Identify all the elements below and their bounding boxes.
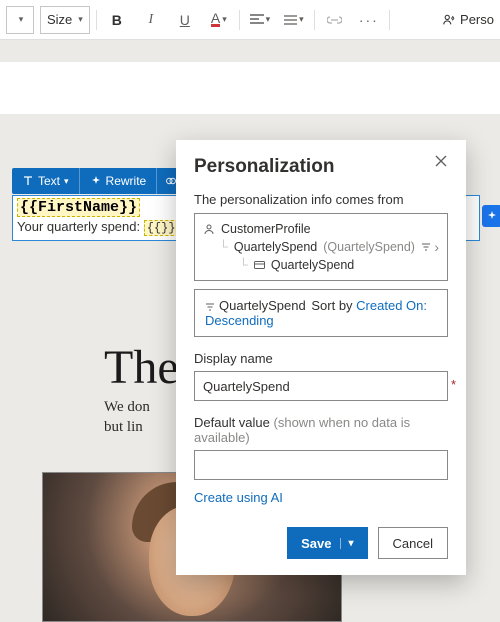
filter-icon	[421, 242, 431, 252]
link-button[interactable]	[321, 6, 349, 34]
panel-title: Personalization	[194, 156, 448, 178]
display-name-input[interactable]	[194, 371, 448, 401]
context-toolbar: Text ▾ Rewrite	[12, 168, 185, 194]
personalization-panel: Personalization The personalization info…	[176, 140, 466, 575]
chevron-down-icon: ▾	[64, 176, 69, 187]
create-using-ai-link[interactable]: Create using AI	[194, 490, 283, 505]
default-value-input[interactable]	[194, 450, 448, 480]
hero-title: The	[104, 340, 179, 395]
chevron-down-icon: ▾	[222, 14, 227, 25]
more-format-button[interactable]: ▾	[280, 6, 308, 34]
person-icon	[442, 13, 456, 27]
font-color-button[interactable]: A ▾	[205, 6, 233, 34]
chevron-down-icon: ▾	[78, 14, 83, 25]
spend-token[interactable]: {{}}	[144, 220, 179, 236]
formatting-toolbar: ▾ Size ▾ B I U A ▾ ▾ ▾ ··· Perso	[0, 0, 500, 40]
close-icon	[434, 154, 448, 168]
text-tool-button[interactable]: Text ▾	[12, 168, 80, 194]
cancel-button[interactable]: Cancel	[378, 527, 448, 559]
save-button[interactable]: Save ▾	[287, 527, 367, 559]
separator	[96, 10, 97, 30]
overflow-button[interactable]: ···	[355, 6, 383, 34]
side-handle[interactable]	[482, 205, 500, 227]
text-icon	[22, 175, 34, 187]
chevron-right-icon: ›	[434, 239, 439, 255]
personalization-button[interactable]: Perso	[442, 12, 494, 27]
required-marker: *	[451, 377, 456, 392]
align-button[interactable]: ▾	[246, 6, 274, 34]
personalization-label: Perso	[460, 12, 494, 27]
person-icon	[203, 223, 215, 235]
default-value-label: Default value (shown when no data is ava…	[194, 415, 448, 445]
header-band	[0, 62, 500, 114]
editor-canvas: Text ▾ Rewrite {{FirstName}} Your quarte…	[0, 40, 500, 582]
separator	[314, 10, 315, 30]
font-size-select[interactable]: Size ▾	[40, 6, 90, 34]
underline-button[interactable]: U	[171, 6, 199, 34]
field-icon	[254, 260, 265, 270]
firstname-token[interactable]: {{FirstName}}	[17, 198, 140, 217]
sort-box[interactable]: QuartelySpend Sort by Created On: Descen…	[194, 289, 448, 337]
display-name-label: Display name	[194, 351, 448, 366]
bold-button[interactable]: B	[103, 6, 131, 34]
data-source-box[interactable]: CustomerProfile └ QuartelySpend (Quartel…	[194, 213, 448, 281]
chevron-down-icon[interactable]: ▾	[340, 538, 354, 549]
font-size-label: Size	[47, 12, 72, 27]
separator	[239, 10, 240, 30]
tree-root: CustomerProfile	[203, 222, 439, 236]
tree-level1: └ QuartelySpend (QuartelySpend)	[203, 240, 439, 254]
chevron-down-icon: ▾	[19, 14, 24, 25]
separator	[389, 10, 390, 30]
filter-icon	[205, 302, 215, 312]
rewrite-button[interactable]: Rewrite	[80, 168, 158, 194]
hero-subtitle: We don but lin	[104, 398, 150, 437]
italic-button[interactable]: I	[137, 6, 165, 34]
sparkle-icon	[486, 210, 498, 222]
chevron-down-icon: ▾	[266, 14, 271, 25]
sparkle-icon	[90, 175, 102, 187]
close-button[interactable]	[434, 154, 454, 174]
chevron-down-icon: ▾	[299, 14, 304, 25]
tree-level2: └ QuartelySpend	[203, 258, 439, 272]
panel-actions: Save ▾ Cancel	[194, 527, 448, 559]
source-heading: The personalization info comes from	[194, 192, 448, 207]
font-family-select[interactable]: ▾	[6, 6, 34, 34]
